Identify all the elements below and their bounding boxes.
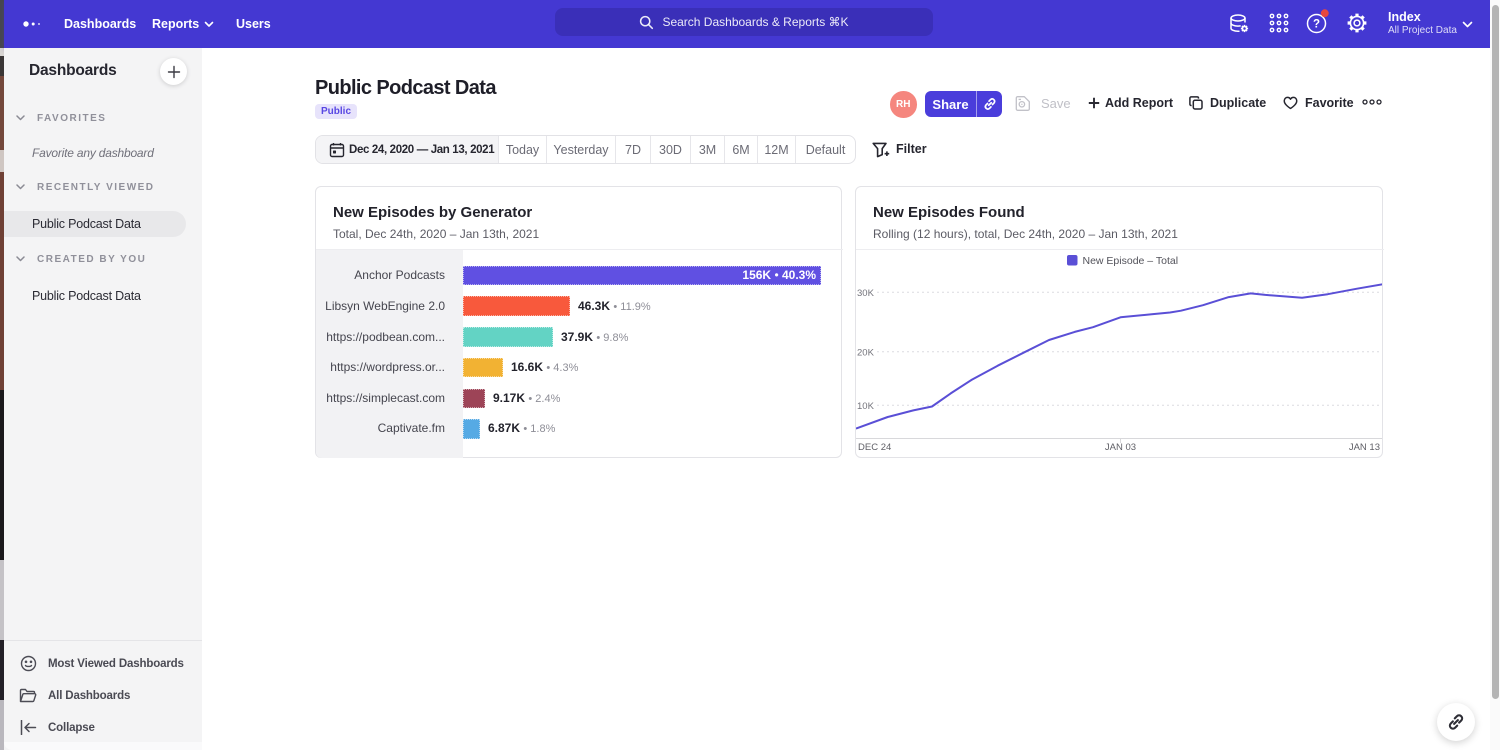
svg-text:New Episode – Total: New Episode – Total	[1083, 255, 1179, 267]
svg-text:10K: 10K	[857, 401, 875, 412]
svg-text:JAN 13: JAN 13	[1349, 442, 1380, 453]
svg-text:20K: 20K	[857, 347, 875, 358]
svg-text:JAN 03: JAN 03	[1105, 442, 1136, 453]
svg-text:DEC 24: DEC 24	[858, 442, 891, 453]
svg-text:30K: 30K	[857, 288, 875, 299]
svg-text:?: ?	[1313, 19, 1320, 31]
